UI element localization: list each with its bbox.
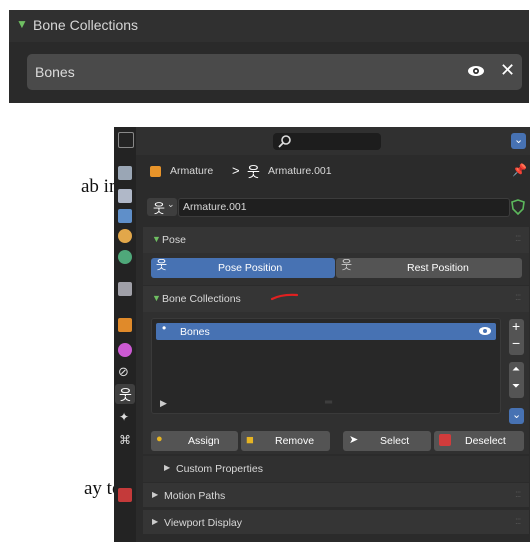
viewport-display-title: Viewport Display (164, 517, 243, 529)
drag-grip-icon[interactable]: ::: (515, 489, 521, 500)
expand-triangle-icon: ▼ (152, 234, 161, 244)
text-fragment-1: ab in (81, 176, 119, 197)
drag-grip-icon[interactable]: ::: (515, 292, 521, 303)
remove-label: Remove (275, 435, 315, 447)
plus-icon[interactable]: + (512, 318, 520, 334)
pose-section-title: Pose (162, 234, 186, 246)
shield-icon[interactable] (511, 199, 525, 215)
assign-label: Assign (188, 435, 220, 447)
rest-position-label: Rest Position (407, 262, 469, 274)
bone-collections-section-title: Bone Collections (162, 293, 241, 305)
pose-position-label: Pose Position (218, 262, 283, 274)
collapse-triangle-icon: ▶ (164, 463, 171, 472)
bone-collection-row[interactable] (27, 54, 522, 90)
breadcrumb-root: Armature (170, 165, 214, 177)
object-tab-icon[interactable] (118, 318, 132, 332)
red-annotation-mark (270, 293, 299, 301)
bone-collections-title: Bone Collections (33, 17, 139, 33)
list-resize-grip[interactable]: ═ (325, 397, 332, 408)
drag-grip-icon[interactable]: ::: (515, 516, 521, 527)
texture-tab-icon[interactable] (118, 488, 132, 502)
collapse-triangle-icon: ▶ (152, 517, 159, 526)
down-icon[interactable]: ⏷ (512, 381, 520, 392)
chevron-down-icon: ⌄ (514, 134, 524, 146)
collapse-triangle-icon: ▶ (152, 490, 159, 499)
bone-tab-icon[interactable]: ✦ (119, 410, 129, 424)
world-tab-icon[interactable] (118, 250, 132, 264)
up-icon[interactable]: ⏶ (512, 364, 520, 375)
chevron-down-icon: ⌄ (512, 409, 522, 421)
armature-object-icon (150, 166, 161, 177)
close-icon[interactable]: ✕ (500, 60, 515, 81)
pin-icon[interactable]: 📌 (512, 163, 527, 177)
list-item-label: Bones (180, 326, 210, 338)
search-icon (278, 135, 291, 148)
render-tab-icon[interactable] (118, 189, 132, 203)
expand-triangle-icon: ▼ (152, 293, 161, 303)
tool-tab-icon[interactable] (118, 166, 132, 180)
minus-icon[interactable]: − (512, 335, 520, 351)
rest-pose-icon: 웃 (341, 258, 353, 272)
editor-type-icon[interactable] (118, 132, 134, 148)
eye-icon[interactable] (465, 63, 487, 79)
bone-collection-label: Bones (35, 64, 75, 80)
assign-icon: ● (156, 433, 163, 445)
physics-tab-icon[interactable] (118, 343, 132, 357)
motion-paths-title: Motion Paths (164, 490, 226, 502)
pose-icon: 웃 (156, 258, 168, 272)
deselect-label: Deselect (465, 435, 506, 447)
armature-icon: 웃 (247, 164, 260, 180)
breadcrumb-separator: > (232, 163, 240, 178)
select-label: Select (380, 435, 410, 447)
view-layer-tab-icon[interactable] (118, 229, 132, 243)
armature-data-tab-icon[interactable]: 웃 (119, 385, 132, 405)
eye-icon[interactable] (478, 326, 492, 336)
drag-grip-icon[interactable]: ::: (515, 233, 521, 244)
pose-section-header[interactable] (143, 227, 529, 253)
custom-properties-title: Custom Properties (176, 463, 263, 475)
browse-chevron-icon: ⌄ (167, 199, 175, 209)
deselect-icon (439, 434, 451, 446)
breadcrumb-child: Armature.001 (268, 165, 332, 177)
armature-data-icon: 웃 (153, 201, 165, 216)
collection-tab-icon[interactable] (118, 282, 132, 296)
remove-icon: ■ (246, 432, 254, 447)
output-tab-icon[interactable] (118, 209, 132, 223)
filter-expand-icon[interactable]: ▶ (160, 398, 167, 409)
constraints-tab-icon[interactable]: ⊘ (118, 364, 129, 380)
bullet-icon: • (162, 321, 167, 335)
datablock-name: Armature.001 (183, 201, 247, 213)
expand-triangle-icon[interactable]: ▼ (16, 17, 28, 31)
bone-constraint-tab-icon[interactable]: ⌘ (119, 433, 131, 447)
cursor-icon: ➤ (349, 434, 359, 446)
